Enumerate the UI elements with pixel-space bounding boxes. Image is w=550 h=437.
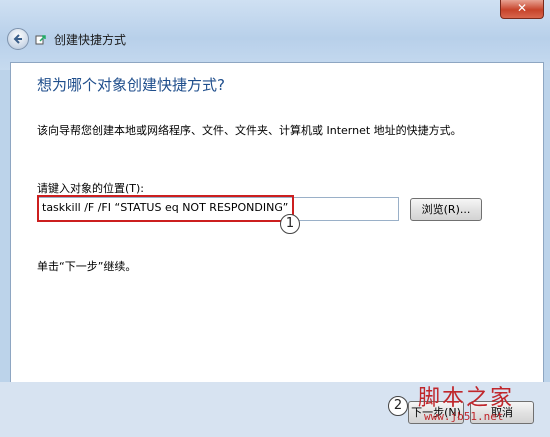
back-button[interactable] xyxy=(7,28,29,50)
location-label: 请键入对象的位置(T): xyxy=(37,182,145,195)
highlight-box xyxy=(37,195,294,222)
hint-text: 单击“下一步”继续。 xyxy=(37,260,137,273)
watermark-url: www.jb51.net xyxy=(424,410,504,423)
browse-button[interactable]: 浏览(R)... xyxy=(410,198,482,221)
description-text: 该向导帮您创建本地或网络程序、文件、文件夹、计算机或 Internet 地址的快… xyxy=(37,124,462,137)
callout-1: 1 xyxy=(280,214,300,234)
wizard-title: 创建快捷方式 xyxy=(54,33,127,47)
page-heading: 想为哪个对象创建快捷方式? xyxy=(37,76,225,94)
close-button[interactable]: ✕ xyxy=(500,0,544,19)
watermark-logo: 脚本之家 xyxy=(418,386,515,411)
callout-2: 2 xyxy=(388,396,408,416)
content-panel xyxy=(10,62,544,384)
shortcut-wizard-icon xyxy=(35,35,46,45)
back-arrow-icon xyxy=(13,34,22,44)
